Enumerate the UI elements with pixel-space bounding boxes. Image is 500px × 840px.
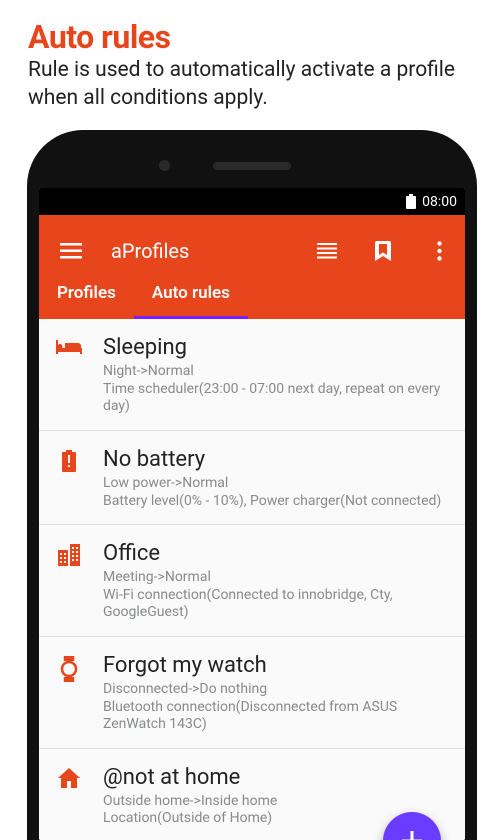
rule-title: Sleeping — [103, 335, 447, 360]
tab-profiles[interactable]: Profiles — [39, 271, 134, 319]
bookmark-icon — [375, 241, 391, 261]
overflow-button[interactable] — [423, 235, 455, 267]
bed-icon — [55, 338, 83, 356]
status-bar: 08:00 — [39, 188, 465, 215]
list-lines-button[interactable] — [311, 235, 343, 267]
rule-transition: Outside home->Inside home — [103, 793, 447, 811]
rules-list[interactable]: Sleeping Night->Normal Time scheduler(23… — [39, 319, 465, 840]
app-title: aProfiles — [111, 239, 287, 263]
rule-conditions: Battery level(0% - 10%), Power charger(N… — [103, 493, 447, 511]
rule-item[interactable]: Forgot my watch Disconnected->Do nothing… — [39, 637, 465, 749]
rule-transition: Low power->Normal — [103, 475, 447, 493]
rule-conditions: Time scheduler(23:00 - 07:00 next day, r… — [103, 381, 447, 416]
promo-subtitle: Rule is used to automatically activate a… — [28, 56, 472, 113]
promo-title: Auto rules — [28, 18, 472, 56]
lines-icon — [317, 243, 337, 259]
battery-alert-icon — [55, 450, 83, 472]
rule-title: @not at home — [103, 765, 447, 790]
rule-conditions: Wi-Fi connection(Connected to innobridge… — [103, 587, 447, 622]
more-vert-icon — [437, 241, 442, 261]
device-frame: 08:00 aProfiles Profiles Auto rules — [27, 130, 477, 840]
rule-transition: Meeting->Normal — [103, 569, 447, 587]
home-icon — [55, 768, 83, 788]
rule-title: No battery — [103, 447, 447, 472]
menu-button[interactable] — [55, 235, 87, 267]
rule-title: Forgot my watch — [103, 653, 447, 678]
hamburger-icon — [60, 243, 82, 259]
rule-transition: Disconnected->Do nothing — [103, 681, 447, 699]
screen: 08:00 aProfiles Profiles Auto rules — [39, 188, 465, 840]
rule-item[interactable]: Office Meeting->Normal Wi-Fi connection(… — [39, 525, 465, 637]
rule-item[interactable]: No battery Low power->Normal Battery lev… — [39, 431, 465, 525]
rule-conditions: Bluetooth connection(Disconnected from A… — [103, 699, 447, 734]
rule-transition: Night->Normal — [103, 363, 447, 381]
bookmark-button[interactable] — [367, 235, 399, 267]
rule-item[interactable]: Sleeping Night->Normal Time scheduler(23… — [39, 319, 465, 431]
clock-label: 08:00 — [422, 194, 457, 210]
building-icon — [55, 544, 83, 566]
tab-bar: Profiles Auto rules — [39, 271, 465, 319]
tab-auto-rules[interactable]: Auto rules — [134, 271, 248, 319]
watch-icon — [55, 656, 83, 682]
battery-icon — [406, 194, 416, 209]
app-bar: aProfiles — [39, 215, 465, 271]
plus-icon — [401, 830, 423, 840]
rule-title: Office — [103, 541, 447, 566]
